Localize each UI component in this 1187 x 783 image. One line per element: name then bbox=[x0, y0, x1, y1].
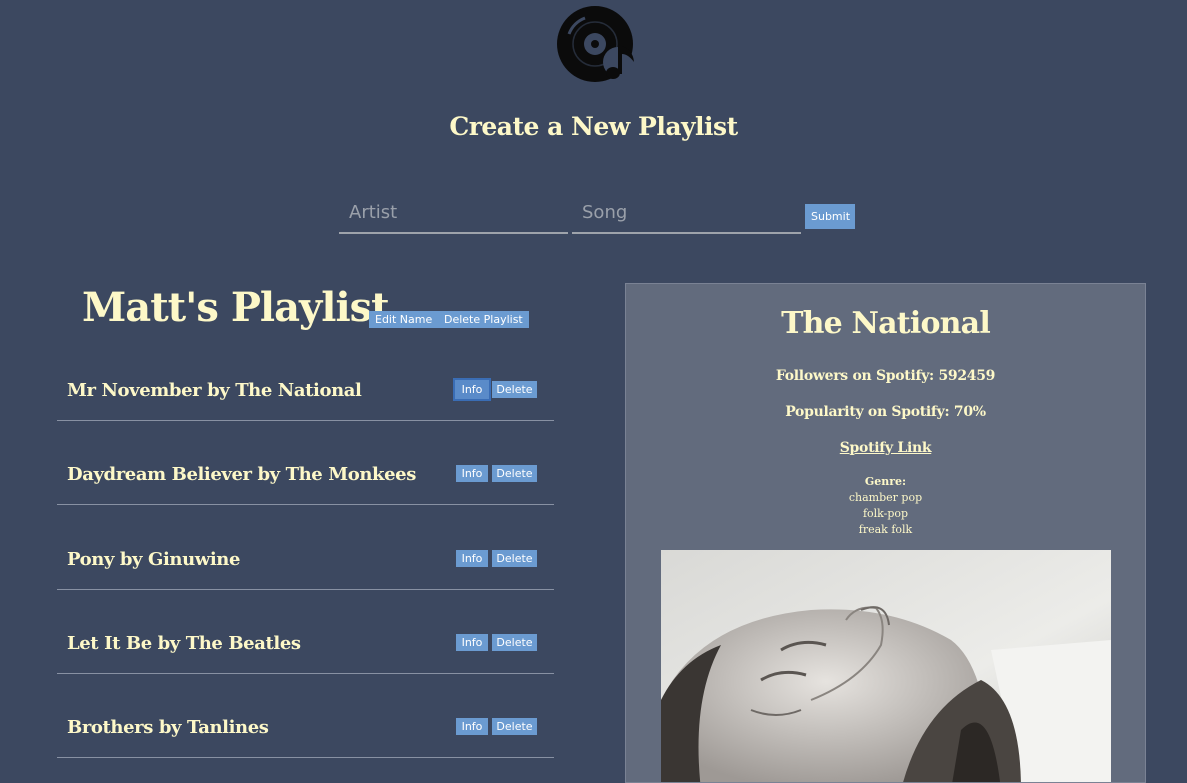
delete-song-button[interactable]: Delete bbox=[492, 465, 537, 482]
song-list-item: Pony by Ginuwine Info Delete bbox=[57, 505, 554, 590]
song-input[interactable] bbox=[572, 192, 801, 234]
artist-info-panel: The National Followers on Spotify: 59245… bbox=[625, 283, 1146, 783]
edit-name-button[interactable]: Edit Name bbox=[369, 311, 439, 328]
submit-button[interactable]: Submit bbox=[805, 204, 855, 229]
artist-photo bbox=[661, 550, 1111, 782]
popularity-score: Popularity on Spotify: 70% bbox=[785, 404, 986, 420]
genre-item: folk-pop bbox=[862, 507, 909, 520]
song-title: Pony by Ginuwine bbox=[67, 549, 241, 570]
vinyl-record-logo-icon bbox=[557, 6, 634, 82]
genre-list: Genre: chamber pop folk-pop freak folk bbox=[626, 474, 1145, 538]
genre-label: Genre: bbox=[864, 475, 907, 488]
delete-song-button[interactable]: Delete bbox=[492, 718, 537, 735]
info-button[interactable]: Info bbox=[453, 378, 491, 401]
genre-item: freak folk bbox=[858, 523, 913, 536]
info-button[interactable]: Info bbox=[456, 718, 488, 735]
info-button[interactable]: Info bbox=[456, 634, 488, 651]
artist-name: The National bbox=[781, 306, 991, 341]
followers-count: Followers on Spotify: 592459 bbox=[775, 368, 996, 384]
song-list-item: Mr November by The National Info Delete bbox=[57, 336, 554, 421]
spotify-link[interactable]: Spotify Link bbox=[626, 440, 1145, 456]
delete-song-button[interactable]: Delete bbox=[492, 550, 537, 567]
delete-song-button[interactable]: Delete bbox=[492, 634, 537, 651]
song-list-item: Let It Be by The Beatles Info Delete bbox=[57, 589, 554, 674]
song-list-item: Daydream Believer by The Monkees Info De… bbox=[57, 420, 554, 505]
delete-playlist-button[interactable]: Delete Playlist bbox=[438, 311, 529, 328]
artist-input[interactable] bbox=[339, 192, 568, 234]
playlist-name: Matt's Playlist bbox=[82, 284, 390, 331]
song-title: Let It Be by The Beatles bbox=[67, 633, 301, 654]
genre-item: chamber pop bbox=[848, 491, 923, 504]
info-button[interactable]: Info bbox=[456, 550, 488, 567]
page-title: Create a New Playlist bbox=[449, 112, 738, 141]
song-title: Daydream Believer by The Monkees bbox=[67, 464, 416, 485]
info-button[interactable]: Info bbox=[456, 465, 488, 482]
song-title: Brothers by Tanlines bbox=[67, 717, 269, 738]
song-list-item: Brothers by Tanlines Info Delete bbox=[57, 673, 554, 758]
song-title: Mr November by The National bbox=[67, 380, 362, 401]
delete-song-button[interactable]: Delete bbox=[492, 381, 537, 398]
